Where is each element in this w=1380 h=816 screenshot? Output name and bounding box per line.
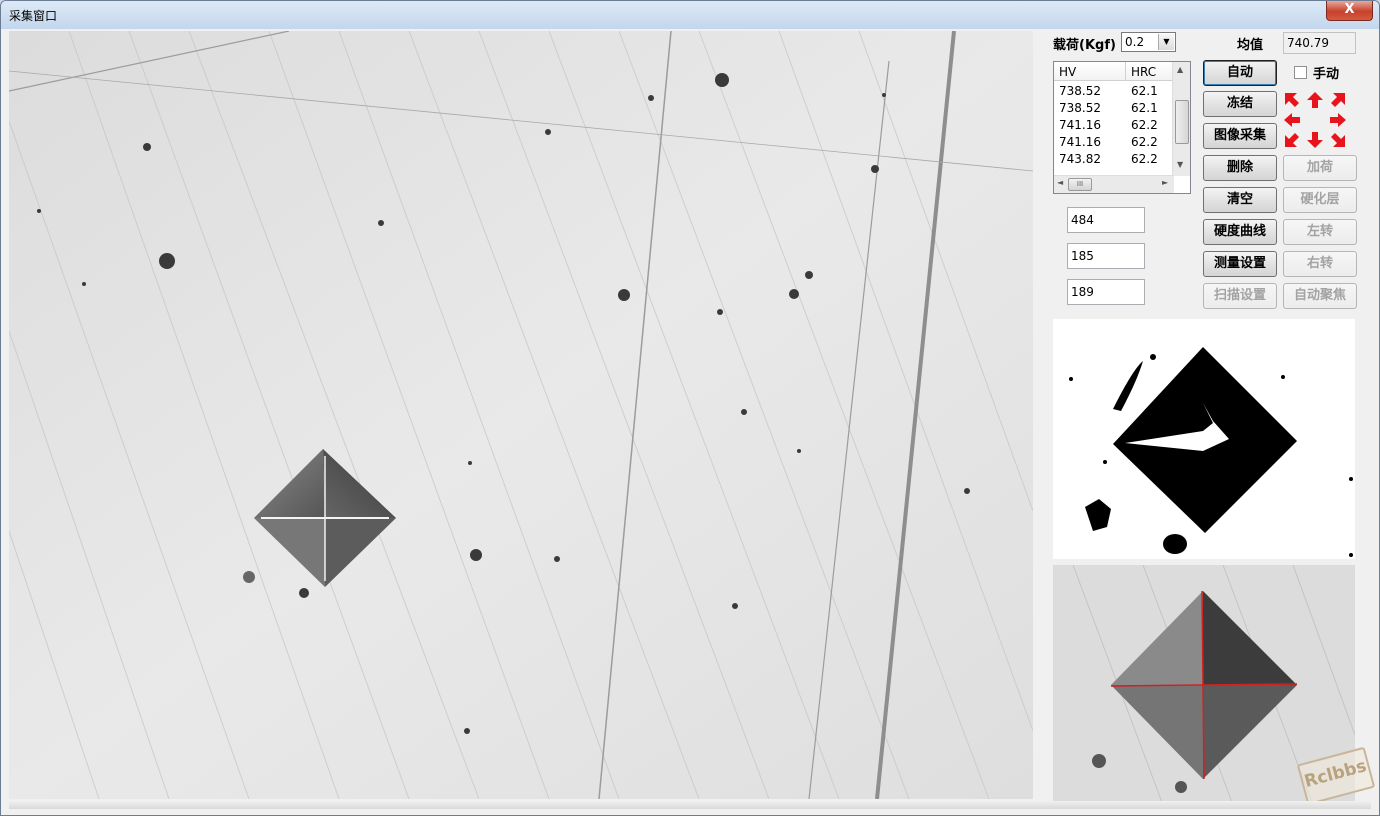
capture-button[interactable]: 图像采集 bbox=[1203, 123, 1277, 149]
manual-label[interactable]: 手动 bbox=[1313, 63, 1339, 82]
hrc-cell: 62.2 bbox=[1131, 135, 1158, 149]
load-select[interactable]: 0.2 ▼ bbox=[1121, 32, 1176, 52]
hv-cell: 743.82 bbox=[1059, 152, 1101, 166]
measure-field-2[interactable]: 185 bbox=[1067, 243, 1145, 269]
rotate-left-button[interactable]: 左转 bbox=[1283, 219, 1357, 245]
control-panel: 载荷(Kgf) 0.2 ▼ 均值 740.79 HV HRC 738.52 62… bbox=[1041, 29, 1376, 809]
hv-cell: 741.16 bbox=[1059, 135, 1101, 149]
zoomed-indentation-view[interactable]: Rclbbs bbox=[1053, 565, 1376, 806]
table-row[interactable]: 738.52 62.1 bbox=[1054, 83, 1174, 100]
scroll-right-icon[interactable]: ► bbox=[1162, 178, 1168, 187]
load-value: 0.2 bbox=[1125, 35, 1145, 49]
arrow-down-icon[interactable] bbox=[1306, 131, 1324, 149]
arrow-down-left-icon[interactable] bbox=[1283, 131, 1301, 149]
column-header-hrc[interactable]: HRC bbox=[1126, 62, 1174, 81]
table-row[interactable]: 741.16 62.2 bbox=[1054, 134, 1174, 151]
table-row[interactable]: 738.52 62.1 bbox=[1054, 100, 1174, 117]
scroll-down-icon[interactable]: ▼ bbox=[1177, 160, 1183, 169]
hrc-cell: 62.2 bbox=[1131, 118, 1158, 132]
load-button[interactable]: 加荷 bbox=[1283, 155, 1357, 181]
results-table[interactable]: HV HRC 738.52 62.1 738.52 62.1 741.16 62… bbox=[1053, 61, 1191, 194]
capture-window: 采集窗口 X 载荷(Kgf) 0.2 ▼ 均值 740.79 HV HRC 73… bbox=[0, 0, 1380, 816]
horizontal-scrollbar[interactable]: ◄ III ► bbox=[1054, 175, 1174, 193]
auto-focus-button[interactable]: 自动聚焦 bbox=[1283, 283, 1357, 309]
measure-settings-button[interactable]: 测量设置 bbox=[1203, 251, 1277, 277]
hardness-curve-button[interactable]: 硬度曲线 bbox=[1203, 219, 1277, 245]
clear-button[interactable]: 清空 bbox=[1203, 187, 1277, 213]
table-row[interactable]: 741.16 62.2 bbox=[1054, 117, 1174, 134]
hrc-cell: 62.1 bbox=[1131, 101, 1158, 115]
table-header: HV HRC bbox=[1054, 62, 1174, 82]
close-button[interactable]: X bbox=[1326, 1, 1373, 21]
delete-button[interactable]: 删除 bbox=[1203, 155, 1277, 181]
chevron-down-icon[interactable]: ▼ bbox=[1158, 34, 1174, 50]
scroll-left-icon[interactable]: ◄ bbox=[1057, 178, 1063, 187]
microscope-live-view[interactable] bbox=[9, 31, 1033, 799]
arrow-right-icon[interactable] bbox=[1329, 111, 1347, 129]
load-label: 载荷(Kgf) bbox=[1053, 38, 1116, 53]
mean-label: 均值 bbox=[1237, 38, 1264, 53]
vertical-scrollbar[interactable]: ▲ ▼ bbox=[1172, 62, 1190, 176]
hrc-cell: 62.2 bbox=[1131, 152, 1158, 166]
measure-field-3[interactable]: 189 bbox=[1067, 279, 1145, 305]
arrow-up-icon[interactable] bbox=[1306, 91, 1324, 109]
column-header-hv[interactable]: HV bbox=[1054, 62, 1126, 81]
binary-preview bbox=[1053, 319, 1355, 559]
hardened-layer-button[interactable]: 硬化层 bbox=[1283, 187, 1357, 213]
horizontal-scroll-thumb[interactable]: III bbox=[1068, 178, 1092, 191]
title-bar: 采集窗口 X bbox=[1, 1, 1379, 29]
manual-checkbox[interactable] bbox=[1294, 66, 1307, 79]
table-row[interactable]: 743.82 62.2 bbox=[1054, 151, 1174, 168]
bottom-strip bbox=[9, 801, 1371, 809]
arrow-up-left-icon[interactable] bbox=[1283, 91, 1301, 109]
hv-cell: 738.52 bbox=[1059, 84, 1101, 98]
freeze-button[interactable]: 冻结 bbox=[1203, 91, 1277, 117]
window-title: 采集窗口 bbox=[9, 9, 58, 23]
auto-button[interactable]: 自动 bbox=[1203, 60, 1277, 86]
vertical-scroll-thumb[interactable] bbox=[1175, 100, 1189, 144]
scan-settings-button[interactable]: 扫描设置 bbox=[1203, 283, 1277, 309]
arrow-up-right-icon[interactable] bbox=[1329, 91, 1347, 109]
hv-cell: 741.16 bbox=[1059, 118, 1101, 132]
scroll-up-icon[interactable]: ▲ bbox=[1177, 65, 1183, 74]
hrc-cell: 62.1 bbox=[1131, 84, 1158, 98]
hv-cell: 738.52 bbox=[1059, 101, 1101, 115]
arrow-left-icon[interactable] bbox=[1283, 111, 1301, 129]
mean-value-field: 740.79 bbox=[1283, 32, 1356, 54]
rotate-right-button[interactable]: 右转 bbox=[1283, 251, 1357, 277]
measure-field-1[interactable]: 484 bbox=[1067, 207, 1145, 233]
arrow-down-right-icon[interactable] bbox=[1329, 131, 1347, 149]
